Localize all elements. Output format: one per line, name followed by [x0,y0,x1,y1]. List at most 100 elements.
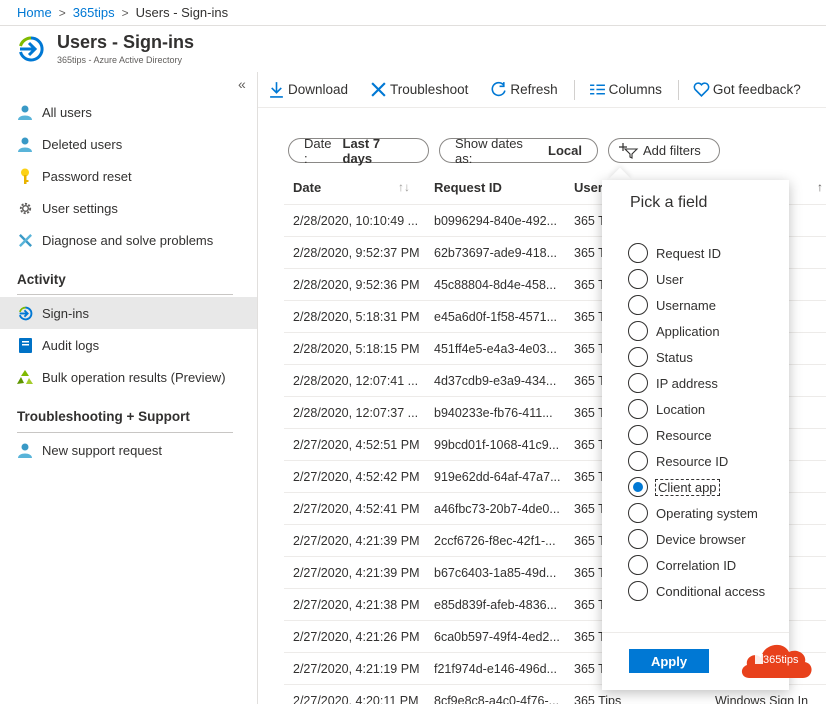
toolbar-divider [573,79,575,100]
field-option-operating-system[interactable]: Operating system [628,502,758,524]
cell-date: 2/27/2020, 4:52:42 PM [293,470,420,484]
sidebar-item-user-settings[interactable]: User settings [0,192,257,224]
sidebar-item-label: Bulk operation results (Preview) [42,369,226,385]
radio-button[interactable] [628,243,648,263]
sidebar-item-label: Sign-ins [42,305,89,321]
download-button[interactable]: Download [258,72,360,108]
radio-button[interactable] [628,321,648,341]
section-divider [17,432,233,433]
radio-button[interactable] [628,399,648,419]
field-option-status[interactable]: Status [628,346,693,368]
sidebar-item-audit-logs[interactable]: Audit logs [0,329,257,361]
cell-request-id: 99bcd01f-1068-41c9... [434,438,560,452]
field-option-request-id[interactable]: Request ID [628,242,721,264]
add-filters-label: Add filters [643,143,701,158]
option-label: Application [656,323,720,339]
book-icon [17,337,33,353]
option-label: Operating system [656,505,758,521]
columns-button[interactable]: Columns [579,72,674,108]
columns-label: Columns [608,82,662,97]
radio-button-selected[interactable] [628,477,648,497]
sort-icon[interactable]: ↑↓ [398,180,410,194]
sidebar-item-diagnose[interactable]: Diagnose and solve problems [0,224,257,256]
cell-request-id: b0996294-840e-492... [434,214,558,228]
sidebar-item-password-reset[interactable]: Password reset [0,160,257,192]
option-label: Conditional access [656,583,766,599]
field-option-location[interactable]: Location [628,398,705,420]
collapse-sidebar-icon[interactable]: « [238,76,246,92]
field-option-conditional-access[interactable]: Conditional access [628,580,765,602]
toolbar-divider [677,79,679,100]
cell-request-id: 8cf9e8c8-a4c0-4f76-... [434,694,560,704]
heart-icon [693,81,710,97]
cell-application: Windows Sign In [715,694,809,704]
apply-button[interactable]: Apply [629,649,709,673]
cell-date: 2/27/2020, 4:21:38 PM [293,598,420,612]
cell-date: 2/27/2020, 4:52:41 PM [293,502,420,516]
refresh-label: Refresh [510,82,558,97]
radio-button[interactable] [628,581,648,601]
wrench-icon [371,81,386,97]
recycle-icon [17,369,33,385]
breadcrumb: Home > 365tips > Users - Sign-ins [0,0,826,26]
refresh-icon [491,81,507,96]
field-option-correlation-id[interactable]: Correlation ID [628,554,736,576]
signin-icon [17,305,33,321]
feedback-label: Got feedback? [712,82,801,97]
field-option-resource-id[interactable]: Resource ID [628,450,728,472]
sidebar-item-deleted-users[interactable]: Deleted users [0,128,257,160]
option-label: Correlation ID [656,557,737,573]
radio-button[interactable] [628,503,648,523]
field-option-user[interactable]: User [628,268,683,290]
radio-button[interactable] [628,347,648,367]
cell-request-id: b940233e-fb76-411... [434,406,553,420]
feedback-button[interactable]: Got feedback? [683,72,813,108]
field-option-client-app[interactable]: Client app [628,476,720,498]
breadcrumb-home[interactable]: Home [17,5,52,20]
date-filter-pill[interactable]: Date : Last 7 days [288,135,429,166]
section-divider [17,294,233,295]
user-icon [17,136,33,152]
cell-date: 2/27/2020, 4:21:39 PM [293,566,420,580]
cell-date: 2/28/2020, 12:07:37 ... [293,406,419,420]
cell-date: 2/28/2020, 12:07:41 ... [293,374,419,388]
field-option-username[interactable]: Username [628,294,716,316]
sort-icon[interactable]: ↑ [817,180,823,194]
key-icon [17,168,33,184]
breadcrumb-separator: > [58,5,66,20]
radio-button[interactable] [628,425,648,445]
pick-field-dropdown: Pick a field Request ID User Username Ap… [602,180,789,690]
option-label: Request ID [656,245,722,261]
refresh-button[interactable]: Refresh [480,72,569,108]
field-option-device-browser[interactable]: Device browser [628,528,746,550]
cell-request-id: 45c88804-8d4e-458... [434,278,557,292]
breadcrumb-separator: > [121,5,129,20]
add-filters-button[interactable]: Add filters [608,138,720,163]
show-dates-pill[interactable]: Show dates as: Local [439,136,598,166]
field-option-resource[interactable]: Resource [628,424,712,446]
signin-icon [19,36,44,62]
user-icon [17,104,33,120]
sidebar-item-all-users[interactable]: All users [0,96,257,128]
radio-button[interactable] [628,269,648,289]
breadcrumb-current: Users - Sign-ins [135,5,229,20]
option-label: Location [656,401,706,417]
sidebar-item-new-support-request[interactable]: New support request [0,434,257,466]
cell-request-id: a46fbc73-20b7-4de0... [434,502,560,516]
page-title: Users - Sign-ins [57,32,195,52]
radio-button[interactable] [628,555,648,575]
field-option-application[interactable]: Application [628,320,720,342]
sidebar-item-bulk-operations[interactable]: Bulk operation results (Preview) [0,361,257,393]
radio-button[interactable] [628,373,648,393]
troubleshoot-button[interactable]: Troubleshoot [360,72,480,108]
date-filter-value: Last 7 days [342,135,381,166]
logo-text: 365tips [763,654,799,666]
radio-button[interactable] [628,451,648,471]
radio-button[interactable] [628,529,648,549]
breadcrumb-tenant[interactable]: 365tips [73,5,115,20]
radio-button[interactable] [628,295,648,315]
field-option-ip-address[interactable]: IP address [628,372,718,394]
sidebar: « All users Deleted users Password reset… [0,72,258,704]
sidebar-item-sign-ins[interactable]: Sign-ins [0,297,257,329]
cell-request-id: 919e62dd-64af-47a7... [434,470,561,484]
